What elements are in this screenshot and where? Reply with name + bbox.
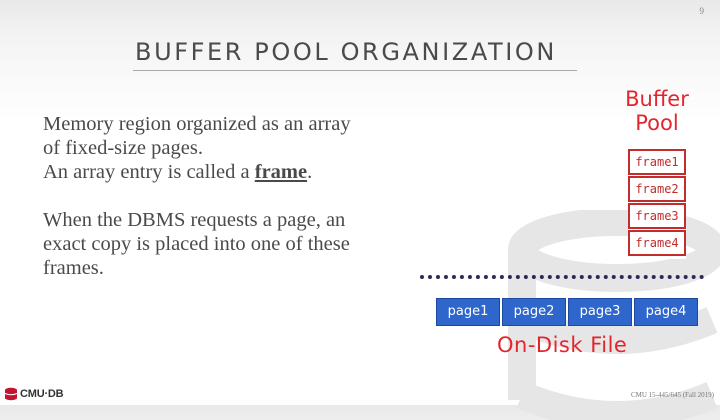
body-line: frames. [43,257,104,279]
logo-text: CMU·DB [20,388,64,400]
body-text: Memory region organized as an array of f… [43,112,413,280]
body-line: of fixed-size pages. [43,137,203,159]
database-logo-icon [4,387,18,401]
disk-page-2: page2 [502,298,566,326]
body-line-frame-definition: An array entry is called a frame. [43,160,413,184]
frame-slot-3: frame3 [628,203,686,229]
title-block: BUFFER POOL ORGANIZATION [133,38,577,71]
disk-page-1: page1 [436,298,500,326]
body-line: When the DBMS requests a page, an [43,209,346,231]
buffer-pool-label-line2: Pool [635,111,679,135]
memory-disk-divider [420,275,704,279]
page-title: BUFFER POOL ORGANIZATION [135,38,557,66]
frame-term: frame [254,161,308,183]
body-text-segment: An array entry is called a [43,161,255,183]
disk-page-4: page4 [634,298,698,326]
frame-slot-4: frame4 [628,230,686,256]
buffer-pool-label: Buffer Pool [612,87,702,135]
disk-page-3: page3 [568,298,632,326]
title-divider [133,70,577,71]
on-disk-file-label: On-Disk File [497,333,628,357]
frame-slot-1: frame1 [628,149,686,175]
body-text-segment: . [307,161,313,183]
cmu-db-logo: CMU·DB [4,385,64,403]
course-label: CMU 15-445/645 (Fall 2019) [630,391,714,399]
buffer-pool-label-line1: Buffer [625,87,689,111]
slide-number: 9 [699,6,705,16]
body-line: exact copy is placed into one of these [43,233,350,255]
body-line: Memory region organized as an array [43,113,351,135]
buffer-pool-frames: frame1 frame2 frame3 frame4 [628,149,686,259]
frame-slot-2: frame2 [628,176,686,202]
